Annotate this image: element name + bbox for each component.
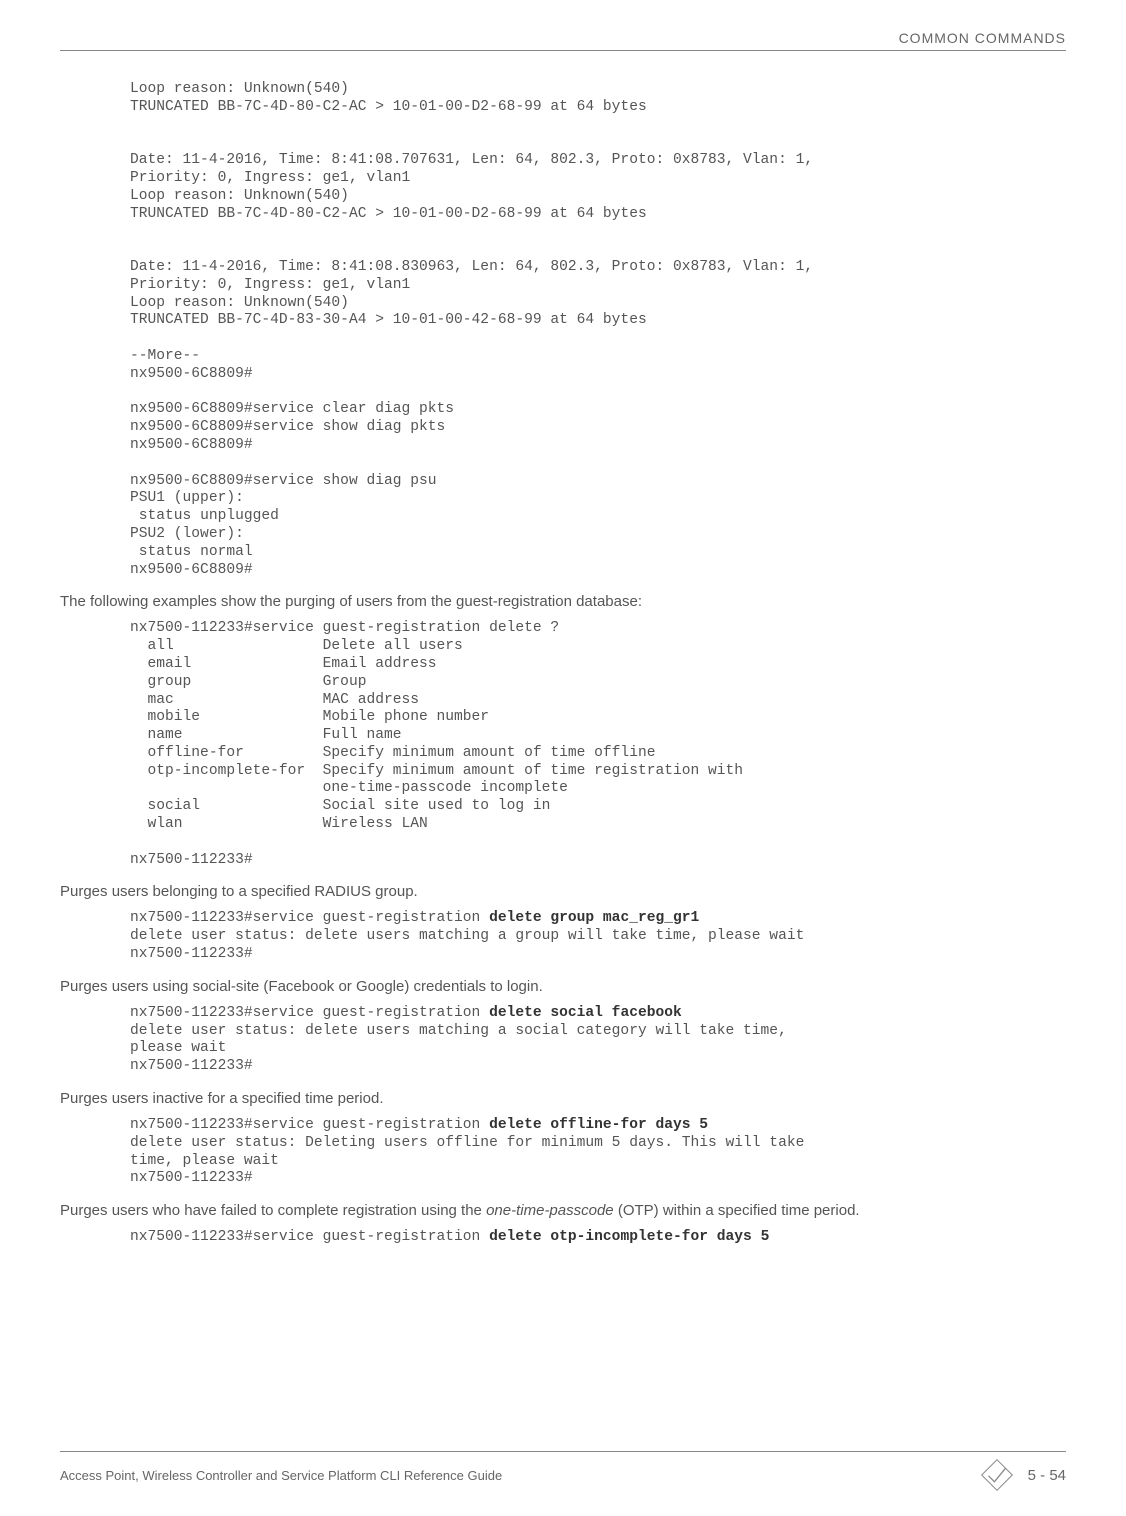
page-header: COMMON COMMANDS <box>60 30 1066 51</box>
paragraph-4: Purges users inactive for a specified ti… <box>60 1088 1066 1109</box>
paragraph-1: The following examples show the purging … <box>60 591 1066 612</box>
code-4c: delete user status: delete users matchin… <box>130 1023 787 1075</box>
para-5c: (OTP) within a specified time period. <box>614 1202 860 1219</box>
code-3a: nx7500-112233#service guest-registration <box>130 910 489 926</box>
code-3b-bold: delete group mac_reg_gr1 <box>489 910 699 926</box>
footer-left: Access Point, Wireless Controller and Se… <box>60 1468 502 1483</box>
code-5c: delete user status: Deleting users offli… <box>130 1135 804 1187</box>
header-title: COMMON COMMANDS <box>899 30 1066 46</box>
code-block-2: nx7500-112233#service guest-registration… <box>130 620 1066 869</box>
code-block-3: nx7500-112233#service guest-registration… <box>130 910 1066 963</box>
code-block-4: nx7500-112233#service guest-registration… <box>130 1005 1066 1076</box>
code-block-5: nx7500-112233#service guest-registration… <box>130 1117 1066 1188</box>
code-4b-bold: delete social facebook <box>489 1005 682 1021</box>
paragraph-2: Purges users belonging to a specified RA… <box>60 881 1066 902</box>
para-5b-italic: one-time-passcode <box>486 1202 614 1219</box>
para-5a: Purges users who have failed to complete… <box>60 1202 486 1219</box>
paragraph-5: Purges users who have failed to complete… <box>60 1200 1066 1221</box>
code-6b-bold: delete otp-incomplete-for days 5 <box>489 1229 769 1245</box>
paragraph-3: Purges users using social-site (Facebook… <box>60 976 1066 997</box>
code-block-1: Loop reason: Unknown(540) TRUNCATED BB-7… <box>130 81 1066 579</box>
page-footer: Access Point, Wireless Controller and Se… <box>60 1451 1066 1492</box>
page-number: 5 - 54 <box>1028 1467 1066 1484</box>
code-6a: nx7500-112233#service guest-registration <box>130 1229 489 1245</box>
code-block-6: nx7500-112233#service guest-registration… <box>130 1229 1066 1247</box>
code-4a: nx7500-112233#service guest-registration <box>130 1005 489 1021</box>
code-3c: delete user status: delete users matchin… <box>130 928 804 962</box>
checkmark-logo-icon <box>980 1458 1014 1492</box>
code-5b-bold: delete offline-for days 5 <box>489 1117 708 1133</box>
code-5a: nx7500-112233#service guest-registration <box>130 1117 489 1133</box>
